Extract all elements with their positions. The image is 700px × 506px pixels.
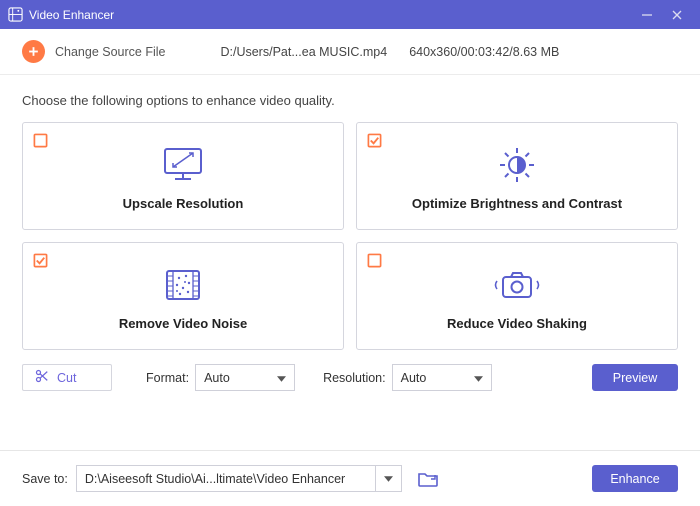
enhance-button[interactable]: Enhance [592, 465, 678, 492]
format-value: Auto [204, 371, 230, 385]
controls-row: Cut Format: Auto Resolution: Auto Previe… [22, 364, 678, 391]
save-to-label: Save to: [22, 472, 68, 486]
app-window: Video Enhancer Change Source File D:/Use… [0, 0, 700, 506]
camera-shake-icon [489, 262, 545, 308]
checkbox-checked-icon[interactable] [367, 133, 382, 148]
save-path-dropdown[interactable] [376, 465, 402, 492]
cut-button[interactable]: Cut [22, 364, 112, 391]
card-label: Upscale Resolution [123, 196, 244, 211]
card-brightness-contrast[interactable]: Optimize Brightness and Contrast [356, 122, 678, 230]
source-row: Change Source File D:/Users/Pat...ea MUS… [0, 29, 700, 75]
chevron-down-icon [277, 371, 286, 385]
footer: Save to: Enhance [0, 450, 700, 506]
format-label: Format: [146, 371, 189, 385]
chevron-down-icon [474, 371, 483, 385]
film-noise-icon [155, 262, 211, 308]
option-cards: Upscale Resolution [22, 122, 678, 350]
monitor-expand-icon [155, 142, 211, 188]
resolution-select[interactable]: Auto [392, 364, 492, 391]
resolution-label: Resolution: [323, 371, 386, 385]
app-title: Video Enhancer [29, 8, 114, 22]
card-remove-noise[interactable]: Remove Video Noise [22, 242, 344, 350]
source-path: D:/Users/Pat...ea MUSIC.mp4 [220, 45, 387, 59]
preview-button[interactable]: Preview [592, 364, 678, 391]
format-select[interactable]: Auto [195, 364, 295, 391]
card-label: Reduce Video Shaking [447, 316, 587, 331]
app-icon [8, 7, 23, 22]
cut-label: Cut [57, 371, 76, 385]
checkbox-icon[interactable] [367, 253, 382, 268]
card-reduce-shaking[interactable]: Reduce Video Shaking [356, 242, 678, 350]
card-upscale-resolution[interactable]: Upscale Resolution [22, 122, 344, 230]
close-button[interactable] [662, 0, 692, 29]
checkbox-checked-icon[interactable] [33, 253, 48, 268]
titlebar: Video Enhancer [0, 0, 700, 29]
minimize-button[interactable] [632, 0, 662, 29]
checkbox-icon[interactable] [33, 133, 48, 148]
change-source-button[interactable]: Change Source File [55, 45, 165, 59]
scissors-icon [35, 369, 49, 386]
resolution-value: Auto [401, 371, 427, 385]
card-label: Optimize Brightness and Contrast [412, 196, 622, 211]
save-path-input[interactable] [76, 465, 376, 492]
add-source-icon[interactable] [22, 40, 45, 63]
open-folder-button[interactable] [416, 467, 440, 491]
card-label: Remove Video Noise [119, 316, 247, 331]
main-content: Choose the following options to enhance … [0, 75, 700, 450]
brightness-icon [489, 142, 545, 188]
source-meta: 640x360/00:03:42/8.63 MB [409, 45, 559, 59]
prompt-text: Choose the following options to enhance … [22, 93, 678, 108]
